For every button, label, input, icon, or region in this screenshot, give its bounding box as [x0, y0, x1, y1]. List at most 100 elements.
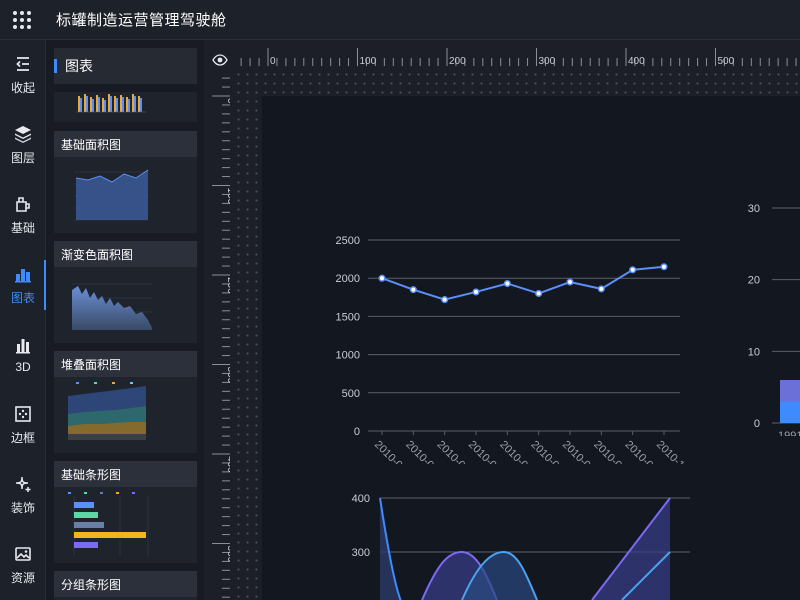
- y-tick-label: 0: [354, 426, 360, 438]
- nav-item-label: 基础: [10, 220, 35, 235]
- y-tick-label: 1500: [336, 311, 360, 323]
- ruler-label: 500: [718, 56, 735, 66]
- nav-item-resources[interactable]: 资源: [0, 530, 46, 600]
- y-tick-label: 500: [342, 388, 360, 400]
- canvas-margin-left: [234, 70, 262, 600]
- y-tick-label: 2500: [336, 235, 360, 247]
- nav-item-label: 边框: [10, 430, 35, 445]
- apps-grid-icon[interactable]: [0, 0, 44, 40]
- ruler-label: 100: [225, 188, 230, 205]
- ruler-label: 300: [225, 367, 230, 384]
- x-tick-label: 1991: [778, 430, 800, 436]
- chart-card-title: 基础面积图: [54, 131, 197, 157]
- bar-chart[interactable]: 0 10 20 30 1991: [732, 196, 800, 442]
- ruler-label: 400: [628, 56, 645, 66]
- x-tick-label: 2010-06: [529, 439, 566, 464]
- chart-card-grouped-bar[interactable]: 分组条形图: [54, 571, 197, 600]
- x-tick-label: 2010-07: [560, 439, 597, 464]
- nav-item-layers[interactable]: 图层: [0, 110, 46, 180]
- ruler-label: 0: [270, 56, 276, 66]
- y-tick-label: 0: [754, 418, 760, 430]
- border-icon: [15, 405, 31, 422]
- canvas-margin-top: [234, 70, 800, 96]
- ruler-label: 200: [225, 277, 230, 294]
- y-tick-label: 10: [748, 346, 760, 358]
- nav-item-collapse[interactable]: 收起: [0, 40, 46, 110]
- ruler-label: 100: [360, 56, 377, 66]
- x-tick-label: 2010-03: [435, 439, 472, 464]
- 3d-chart-icon: [16, 339, 30, 354]
- data-point: [409, 286, 417, 294]
- ruler-label: 200: [449, 56, 466, 66]
- chart-card-partial[interactable]: [54, 92, 197, 122]
- side-nav: 收起 图层 基础 图表 3D 边框 装饰 资源: [0, 40, 46, 600]
- chart-card-title: 分组条形图: [54, 571, 197, 597]
- data-point: [597, 285, 605, 293]
- eye-icon[interactable]: [212, 52, 228, 68]
- nav-item-border[interactable]: 边框: [0, 390, 46, 460]
- chart-card-title: 堆叠面积图: [54, 351, 197, 377]
- chart-thumbnail: [54, 157, 197, 235]
- chart-thumbnail: [54, 92, 197, 122]
- data-point: [566, 278, 574, 286]
- nav-item-3d[interactable]: 3D: [0, 320, 46, 390]
- screen-stage[interactable]: 0 500 1000 1500 2000 2500 2010-01 2010-02 2010-0…: [262, 96, 800, 600]
- bar-segment: [780, 401, 800, 423]
- data-point: [503, 279, 511, 288]
- chart-card-title: 基础条形图: [54, 461, 197, 487]
- nav-item-label: 图层: [10, 150, 35, 165]
- nav-item-label: 收起: [10, 80, 35, 95]
- panel-header-accent: [54, 59, 57, 73]
- chart-card-gradient-area[interactable]: 渐变色面积图: [54, 241, 197, 343]
- chart-card-basic-area[interactable]: 基础面积图: [54, 131, 197, 233]
- collapse-icon: [16, 56, 29, 71]
- nav-item-decoration[interactable]: 装饰: [0, 460, 46, 530]
- panel-title: 图表: [65, 58, 93, 74]
- x-tick-label: 2010-10: [654, 439, 691, 464]
- ruler-horizontal: 0 100 200 300 400 500: [234, 48, 800, 66]
- y-tick-label: 20: [748, 275, 760, 287]
- panel-header: 图表: [54, 48, 197, 84]
- chart-thumbnail: [54, 267, 197, 345]
- chart-thumbnail: [54, 377, 197, 455]
- data-point: [378, 274, 386, 282]
- area-fill: [380, 498, 417, 600]
- data-point: [441, 296, 449, 304]
- y-tick-label: 400: [352, 493, 370, 505]
- app-title: 标罐制造运营管理驾驶舱: [56, 12, 227, 29]
- ruler-label: 500: [225, 546, 230, 563]
- image-icon: [15, 546, 31, 561]
- y-tick-label: 1000: [336, 350, 360, 362]
- x-tick-label: 2010-08: [591, 439, 628, 464]
- ruler-label: 300: [539, 56, 556, 66]
- x-tick-label: 2010-04: [466, 439, 503, 464]
- x-tick-label: 2010-01: [372, 439, 409, 464]
- series-line: [381, 265, 665, 301]
- nav-item-basic[interactable]: 基础: [0, 180, 46, 250]
- y-tick-label: 300: [352, 547, 370, 559]
- data-point: [472, 288, 480, 296]
- y-tick-label: 2000: [336, 273, 360, 285]
- area-chart[interactable]: 300 400: [322, 486, 722, 600]
- chart-card-stacked-area[interactable]: 堆叠面积图: [54, 351, 197, 453]
- sparkle-icon: [15, 476, 31, 492]
- x-tick-label: 2010-05: [497, 439, 534, 464]
- x-tick-label: 2010-09: [623, 439, 660, 464]
- ruler-label: 0: [225, 98, 230, 104]
- nav-item-label: 3D: [15, 360, 31, 374]
- basic-icon: [16, 196, 30, 212]
- line-chart[interactable]: 0 500 1000 1500 2000 2500 2010-01 2010-02 2010-0…: [322, 224, 702, 476]
- chart-card-title: 渐变色面积图: [54, 241, 197, 267]
- ruler-vertical: 0 100 200 300 400 500: [212, 70, 230, 600]
- data-point: [535, 289, 543, 298]
- layers-icon: [15, 125, 31, 143]
- nav-item-chart[interactable]: 图表: [0, 250, 46, 320]
- y-tick-label: 30: [748, 203, 760, 215]
- chart-icon: [15, 268, 31, 282]
- ruler-label: 400: [225, 456, 230, 473]
- nav-item-label: 装饰: [10, 500, 35, 515]
- bar-segment: [780, 380, 800, 402]
- chart-card-basic-bar[interactable]: 基础条形图: [54, 461, 197, 563]
- data-point: [629, 266, 637, 274]
- editor-canvas[interactable]: 0100200300400500 0100200300400500 050010…: [204, 40, 800, 600]
